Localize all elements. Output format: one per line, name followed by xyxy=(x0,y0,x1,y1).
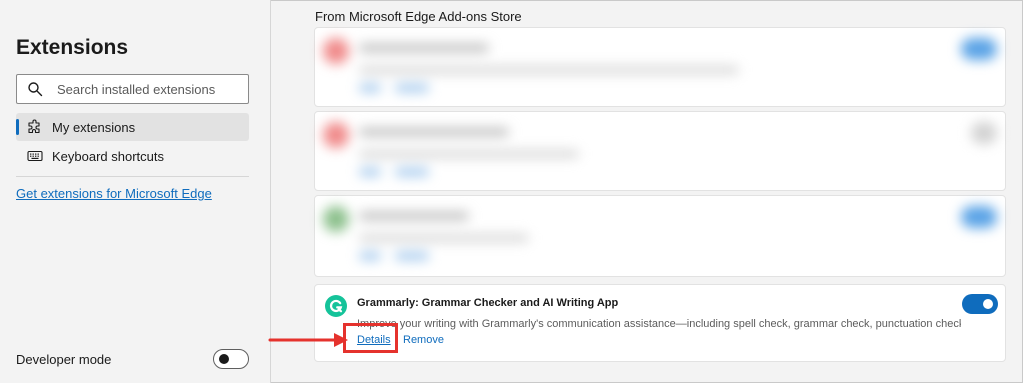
toggle-knob xyxy=(983,299,993,309)
remove-link[interactable]: Remove xyxy=(403,334,444,346)
extension-name: Grammarly: Grammar Checker and AI Writin… xyxy=(357,297,619,309)
sidebar-item-my-extensions[interactable]: My extensions xyxy=(16,113,249,141)
extension-enable-toggle[interactable] xyxy=(962,294,998,314)
sidebar-item-label: Keyboard shortcuts xyxy=(52,149,165,164)
extension-description: Improve your writing with Grammarly's co… xyxy=(357,318,961,330)
blurred-link xyxy=(359,84,381,92)
puzzle-icon xyxy=(28,119,40,134)
page-title: Extensions xyxy=(16,36,129,59)
extension-card-grammarly: Grammarly: Grammar Checker and AI Writin… xyxy=(314,284,1006,362)
blurred-toggle xyxy=(961,206,997,228)
blurred-link xyxy=(395,252,429,260)
blurred-text xyxy=(359,150,579,158)
sidebar: Extensions Search installed extensions M… xyxy=(0,0,271,383)
extension-card-blurred xyxy=(314,27,1006,107)
blurred-link xyxy=(359,168,381,176)
toggle-knob xyxy=(219,354,229,364)
blurred-text xyxy=(359,44,489,52)
sidebar-item-keyboard-shortcuts[interactable]: Keyboard shortcuts xyxy=(16,142,249,170)
search-placeholder: Search installed extensions xyxy=(57,82,216,97)
divider xyxy=(16,176,249,177)
extension-card-blurred xyxy=(314,111,1006,191)
search-icon xyxy=(28,82,43,97)
extension-card-blurred xyxy=(314,195,1006,277)
search-input[interactable]: Search installed extensions xyxy=(16,74,249,104)
extension-icon xyxy=(323,122,349,148)
developer-mode-toggle[interactable] xyxy=(213,349,249,369)
blurred-text xyxy=(359,234,529,242)
get-extensions-link[interactable]: Get extensions for Microsoft Edge xyxy=(16,186,212,201)
annotation-highlight-box xyxy=(343,323,398,353)
blurred-text xyxy=(359,128,509,136)
blurred-text xyxy=(359,212,469,220)
keyboard-icon xyxy=(27,150,43,162)
grammarly-logo-icon xyxy=(325,295,347,317)
section-title: From Microsoft Edge Add-ons Store xyxy=(315,9,522,24)
developer-mode-label: Developer mode xyxy=(16,352,112,367)
extension-icon xyxy=(323,38,349,64)
annotation-arrow-icon xyxy=(268,333,348,347)
extension-icon xyxy=(323,206,349,232)
blurred-toggle xyxy=(971,122,997,144)
blurred-link xyxy=(395,84,429,92)
main-content: From Microsoft Edge Add-ons Store Gramma… xyxy=(272,0,1023,383)
blurred-link xyxy=(395,168,429,176)
blurred-link xyxy=(359,252,381,260)
blurred-toggle xyxy=(961,38,997,60)
active-indicator xyxy=(16,119,19,135)
blurred-text xyxy=(359,66,739,74)
sidebar-item-label: My extensions xyxy=(52,120,136,135)
